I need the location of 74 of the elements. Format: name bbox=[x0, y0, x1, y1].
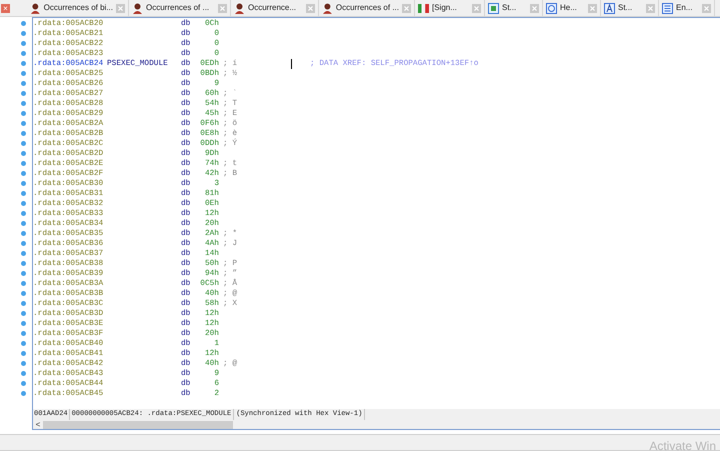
bullet-icon bbox=[21, 220, 26, 226]
bullet-icon bbox=[21, 260, 26, 266]
flag-icon bbox=[418, 4, 429, 12]
tab[interactable]: St... bbox=[485, 0, 543, 16]
tab[interactable]: St... bbox=[601, 0, 659, 16]
tab[interactable]: [Sign... bbox=[415, 0, 485, 16]
bullet-icon bbox=[21, 340, 26, 346]
bullet-icon bbox=[21, 370, 26, 376]
scrollbar-thumb[interactable] bbox=[43, 420, 233, 428]
close-icon[interactable] bbox=[306, 4, 315, 12]
bullet-icon bbox=[21, 190, 26, 196]
close-icon[interactable] bbox=[702, 4, 711, 12]
tab-title: Occurrence... bbox=[248, 2, 298, 14]
close-icon[interactable] bbox=[218, 4, 227, 12]
list-icon bbox=[662, 2, 673, 14]
bullet-icon bbox=[21, 50, 26, 56]
person-icon bbox=[234, 2, 245, 14]
bullet-icon bbox=[21, 380, 26, 386]
close-icon[interactable] bbox=[402, 4, 411, 12]
tab[interactable]: He... bbox=[543, 0, 601, 16]
bullet-icon bbox=[21, 210, 26, 216]
bullet-icon bbox=[21, 330, 26, 336]
bullet-icon bbox=[21, 160, 26, 166]
person-icon bbox=[322, 2, 333, 14]
tab-title: He... bbox=[560, 2, 578, 14]
bullet-icon bbox=[21, 130, 26, 136]
tab-title: St... bbox=[618, 2, 634, 14]
bullet-icon bbox=[21, 360, 26, 366]
bullet-icon bbox=[21, 90, 26, 96]
tab-title: [Sign... bbox=[432, 2, 458, 14]
close-icon[interactable] bbox=[588, 4, 597, 12]
bullet-icon bbox=[21, 270, 26, 276]
tab-title: En... bbox=[676, 2, 694, 14]
bullet-icon bbox=[21, 280, 26, 286]
bullet-icon bbox=[21, 250, 26, 256]
close-icon[interactable] bbox=[472, 4, 481, 12]
tab-title: Occurrences of ... bbox=[146, 2, 210, 14]
bullet-icon bbox=[21, 20, 26, 26]
bullet-icon bbox=[21, 120, 26, 126]
activation-notice: Activate Win bbox=[649, 439, 716, 451]
close-icon[interactable] bbox=[646, 4, 655, 12]
tab[interactable]: En... bbox=[659, 0, 715, 16]
bullet-icon bbox=[21, 170, 26, 176]
bullet-icon bbox=[21, 100, 26, 106]
bullet-icon bbox=[21, 150, 26, 156]
bullet-icon bbox=[21, 30, 26, 36]
bullet-icon bbox=[21, 240, 26, 246]
bullet-icon bbox=[21, 390, 26, 396]
bullet-icon bbox=[21, 180, 26, 186]
bullet-icon bbox=[21, 60, 26, 66]
bullet-icon bbox=[21, 140, 26, 146]
bullet-icon bbox=[21, 350, 26, 356]
bullet-icon bbox=[21, 70, 26, 76]
person-icon bbox=[132, 2, 143, 14]
bullet-icon bbox=[21, 310, 26, 316]
text-cursor bbox=[291, 59, 292, 69]
tab-title: St... bbox=[502, 2, 518, 14]
bullet-icon bbox=[21, 320, 26, 326]
bullet-icon bbox=[21, 300, 26, 306]
person-icon bbox=[30, 2, 41, 14]
bullet-icon bbox=[21, 230, 26, 236]
grid-icon bbox=[488, 2, 499, 14]
bullet-icon bbox=[21, 290, 26, 296]
bullet-icon bbox=[21, 40, 26, 46]
tab-title: Occurrences of bi... bbox=[44, 2, 113, 14]
hexagon-icon bbox=[546, 2, 557, 14]
scroll-left-button[interactable]: < bbox=[33, 420, 43, 430]
tab-title: Occurrences of ... bbox=[336, 2, 399, 14]
bullet-icon bbox=[21, 80, 26, 86]
close-icon[interactable] bbox=[530, 4, 539, 12]
close-icon[interactable] bbox=[116, 4, 125, 12]
letter-icon bbox=[604, 2, 615, 14]
bullet-icon bbox=[21, 110, 26, 116]
bullet-icon bbox=[21, 200, 26, 206]
